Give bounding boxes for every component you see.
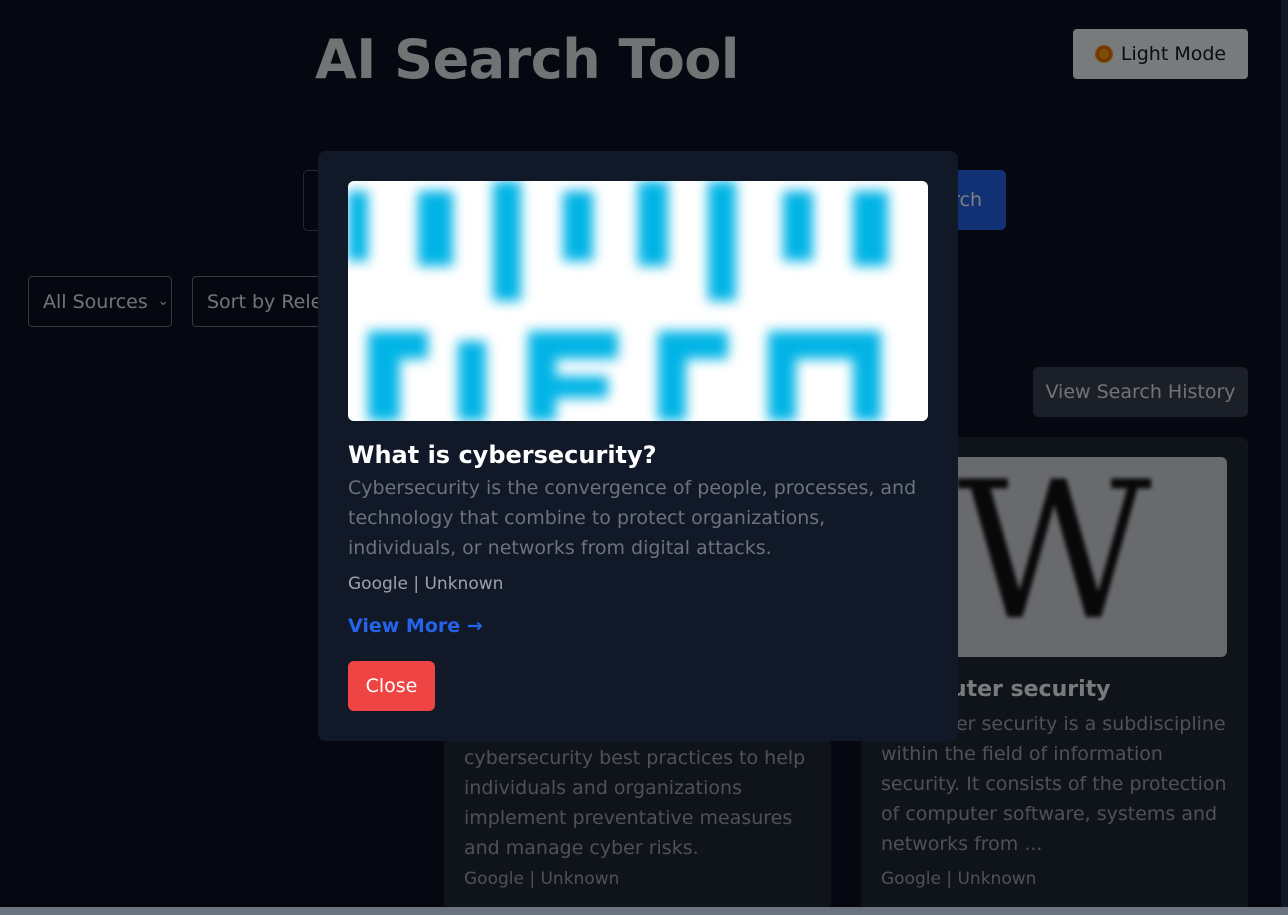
horizontal-scrollbar[interactable] bbox=[0, 907, 1288, 915]
result-detail-modal: What is cybersecurity? Cybersecurity is … bbox=[318, 151, 958, 741]
vertical-scrollbar[interactable] bbox=[1281, 0, 1288, 907]
app-page: AI Search Tool Light Mode Search All Sou… bbox=[0, 0, 1288, 915]
modal-title: What is cybersecurity? bbox=[348, 441, 657, 469]
close-button[interactable]: Close bbox=[348, 661, 435, 711]
modal-meta: Google | Unknown bbox=[348, 574, 504, 594]
modal-image bbox=[348, 181, 928, 421]
microsoft-logo-image bbox=[348, 181, 928, 421]
modal-description: Cybersecurity is the convergence of peop… bbox=[348, 477, 917, 559]
view-more-link[interactable]: View More → bbox=[348, 615, 483, 637]
